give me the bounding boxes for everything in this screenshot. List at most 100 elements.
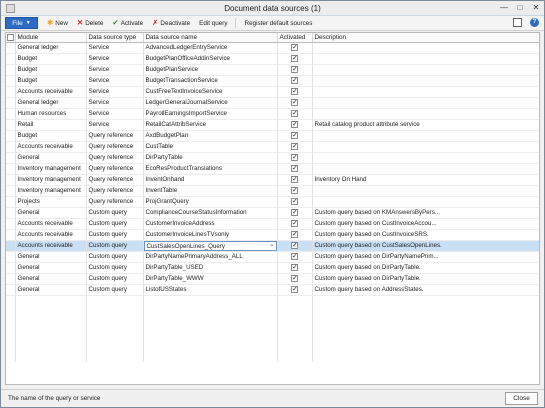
activated-cell[interactable] bbox=[277, 42, 313, 54]
module-cell[interactable]: General bbox=[15, 251, 87, 263]
description-cell[interactable]: Custom query based on AddressStates. bbox=[312, 284, 539, 296]
module-cell[interactable]: General bbox=[15, 284, 87, 296]
activated-cell[interactable] bbox=[277, 207, 313, 219]
data-source-type-cell[interactable]: Service bbox=[86, 42, 144, 54]
activated-checkbox[interactable] bbox=[291, 230, 298, 239]
column-header-description[interactable]: Description bbox=[312, 33, 539, 43]
activated-checkbox[interactable] bbox=[291, 241, 298, 250]
table-row[interactable]: GeneralCustom queryListofUSStates Custom … bbox=[6, 284, 539, 296]
row-marker-cell[interactable] bbox=[6, 141, 16, 153]
module-cell[interactable]: Inventory management bbox=[15, 174, 87, 186]
description-cell[interactable] bbox=[312, 185, 539, 197]
activated-cell[interactable] bbox=[277, 218, 313, 230]
data-source-name-cell[interactable]: AdvancedLedgerEntryService bbox=[143, 42, 278, 54]
row-marker-cell[interactable] bbox=[6, 86, 16, 98]
description-cell[interactable] bbox=[312, 53, 539, 65]
data-source-type-cell[interactable]: Query reference bbox=[86, 185, 144, 197]
data-source-type-cell[interactable]: Query reference bbox=[86, 152, 144, 164]
data-source-name-cell[interactable]: RetailCatAttribService bbox=[143, 119, 278, 131]
description-cell[interactable]: Retail catalog product attribute service bbox=[312, 119, 539, 131]
activated-checkbox[interactable] bbox=[291, 43, 298, 52]
activated-cell[interactable] bbox=[277, 251, 313, 263]
data-source-name-cell[interactable]: ProjGrantQuery bbox=[143, 196, 278, 208]
help-icon[interactable]: ? bbox=[530, 18, 539, 27]
row-marker-cell[interactable] bbox=[6, 240, 16, 252]
description-cell[interactable]: Custom query based on CustInvoiceAccou..… bbox=[312, 218, 539, 230]
description-cell[interactable]: Inventory On Hand bbox=[312, 174, 539, 186]
table-row[interactable]: General ledger Service LedgerGeneralJourna… bbox=[6, 97, 539, 109]
data-source-type-cell[interactable]: Service bbox=[86, 119, 144, 131]
module-cell[interactable]: General bbox=[15, 273, 87, 285]
row-marker-cell[interactable] bbox=[6, 251, 16, 263]
activated-checkbox[interactable] bbox=[291, 109, 298, 118]
table-row[interactable]: General Query reference DirPartyTable bbox=[6, 152, 539, 164]
data-source-name-cell[interactable]: DirPartyTable_WWW bbox=[143, 273, 278, 285]
data-source-name-cell[interactable]: AxdBudgetPlan bbox=[143, 130, 278, 142]
table-row[interactable]: Budget Query reference AxdBudgetPlan bbox=[6, 130, 539, 142]
data-source-type-cell[interactable]: Service bbox=[86, 53, 144, 65]
activated-checkbox[interactable] bbox=[291, 175, 298, 184]
new-button[interactable]: ✱ New bbox=[47, 19, 68, 27]
activated-checkbox[interactable] bbox=[291, 153, 298, 162]
activated-cell[interactable] bbox=[277, 196, 313, 208]
module-cell[interactable]: General bbox=[15, 152, 87, 164]
module-cell[interactable]: Inventory management bbox=[15, 185, 87, 197]
activated-checkbox[interactable] bbox=[291, 285, 298, 294]
activate-button[interactable]: ✔ Activate bbox=[112, 19, 143, 27]
data-source-name-cell[interactable]: ListofUSStates bbox=[143, 284, 278, 296]
activated-cell[interactable] bbox=[277, 53, 313, 65]
data-source-type-cell[interactable]: Custom query bbox=[86, 284, 144, 296]
data-source-type-cell[interactable]: Query reference bbox=[86, 141, 144, 153]
column-header-module[interactable]: Module bbox=[15, 33, 87, 43]
activated-checkbox[interactable] bbox=[291, 142, 298, 151]
activated-cell[interactable] bbox=[277, 97, 313, 109]
data-source-type-cell[interactable]: Custom query bbox=[86, 251, 144, 263]
description-cell[interactable] bbox=[312, 163, 539, 175]
select-all-checkbox[interactable] bbox=[6, 33, 14, 41]
data-source-name-cell[interactable]: LedgerGeneralJournalService bbox=[143, 97, 278, 109]
data-source-type-cell[interactable]: Service bbox=[86, 75, 144, 87]
table-row[interactable]: Projects Query reference ProjGrantQuery bbox=[6, 196, 539, 208]
table-row[interactable]: Inventory management Query reference Inven… bbox=[6, 185, 539, 197]
activated-cell[interactable] bbox=[277, 119, 313, 131]
description-cell[interactable] bbox=[312, 141, 539, 153]
module-cell[interactable]: Human resources bbox=[15, 108, 87, 120]
data-source-type-cell[interactable]: Custom query bbox=[86, 207, 144, 219]
activated-cell[interactable] bbox=[277, 174, 313, 186]
row-marker-cell[interactable] bbox=[6, 152, 16, 164]
data-source-type-cell[interactable]: Service bbox=[86, 108, 144, 120]
description-cell[interactable] bbox=[312, 108, 539, 120]
grid-layout-icon[interactable] bbox=[513, 18, 522, 27]
description-cell[interactable] bbox=[312, 42, 539, 54]
data-source-name-cell[interactable]: CustTable bbox=[143, 141, 278, 153]
activated-cell[interactable] bbox=[277, 240, 313, 252]
row-marker-cell[interactable] bbox=[6, 130, 16, 142]
table-row[interactable]: Accounts receivable Custom query CustomerI… bbox=[6, 218, 539, 230]
activated-checkbox[interactable] bbox=[291, 87, 298, 96]
data-source-name-cell[interactable]: BudgetPlanService bbox=[143, 64, 278, 76]
data-source-type-cell[interactable]: Service bbox=[86, 86, 144, 98]
module-cell[interactable]: Accounts receivable bbox=[15, 240, 87, 252]
activated-cell[interactable] bbox=[277, 163, 313, 175]
column-header-activated[interactable]: Activated bbox=[277, 33, 313, 43]
data-source-name-cell[interactable]: BudgetTransactionService bbox=[143, 75, 278, 87]
data-source-name-cell[interactable]: CustSalesOpenLines_Query ⌄ bbox=[143, 240, 278, 252]
module-cell[interactable]: General bbox=[15, 262, 87, 274]
row-marker-cell[interactable] bbox=[6, 75, 16, 87]
description-cell[interactable]: Custom query based on CustInvoiceSRS. bbox=[312, 229, 539, 241]
row-marker-cell[interactable] bbox=[6, 119, 16, 131]
table-row[interactable]: Inventory management Query reference Inven… bbox=[6, 174, 539, 186]
data-source-name-cell[interactable]: BudgetPlanOfficeAddinService bbox=[143, 53, 278, 65]
chevron-down-icon[interactable]: ⌄ bbox=[269, 241, 274, 248]
column-header-type[interactable]: Data source type bbox=[86, 33, 144, 43]
activated-cell[interactable] bbox=[277, 108, 313, 120]
table-row[interactable]: Inventory management Query reference EcoRe… bbox=[6, 163, 539, 175]
data-source-name-cell[interactable]: ComplianceCourseStatusInformation bbox=[143, 207, 278, 219]
data-source-name-cell[interactable]: DirPartyTable bbox=[143, 152, 278, 164]
data-source-type-cell[interactable]: Service bbox=[86, 64, 144, 76]
column-header-name[interactable]: Data source name bbox=[143, 33, 278, 43]
data-source-name-cell[interactable]: CustomerInvoiceAddress bbox=[143, 218, 278, 230]
row-marker-cell[interactable] bbox=[6, 97, 16, 109]
module-cell[interactable]: Accounts receivable bbox=[15, 229, 87, 241]
module-cell[interactable]: Projects bbox=[15, 196, 87, 208]
